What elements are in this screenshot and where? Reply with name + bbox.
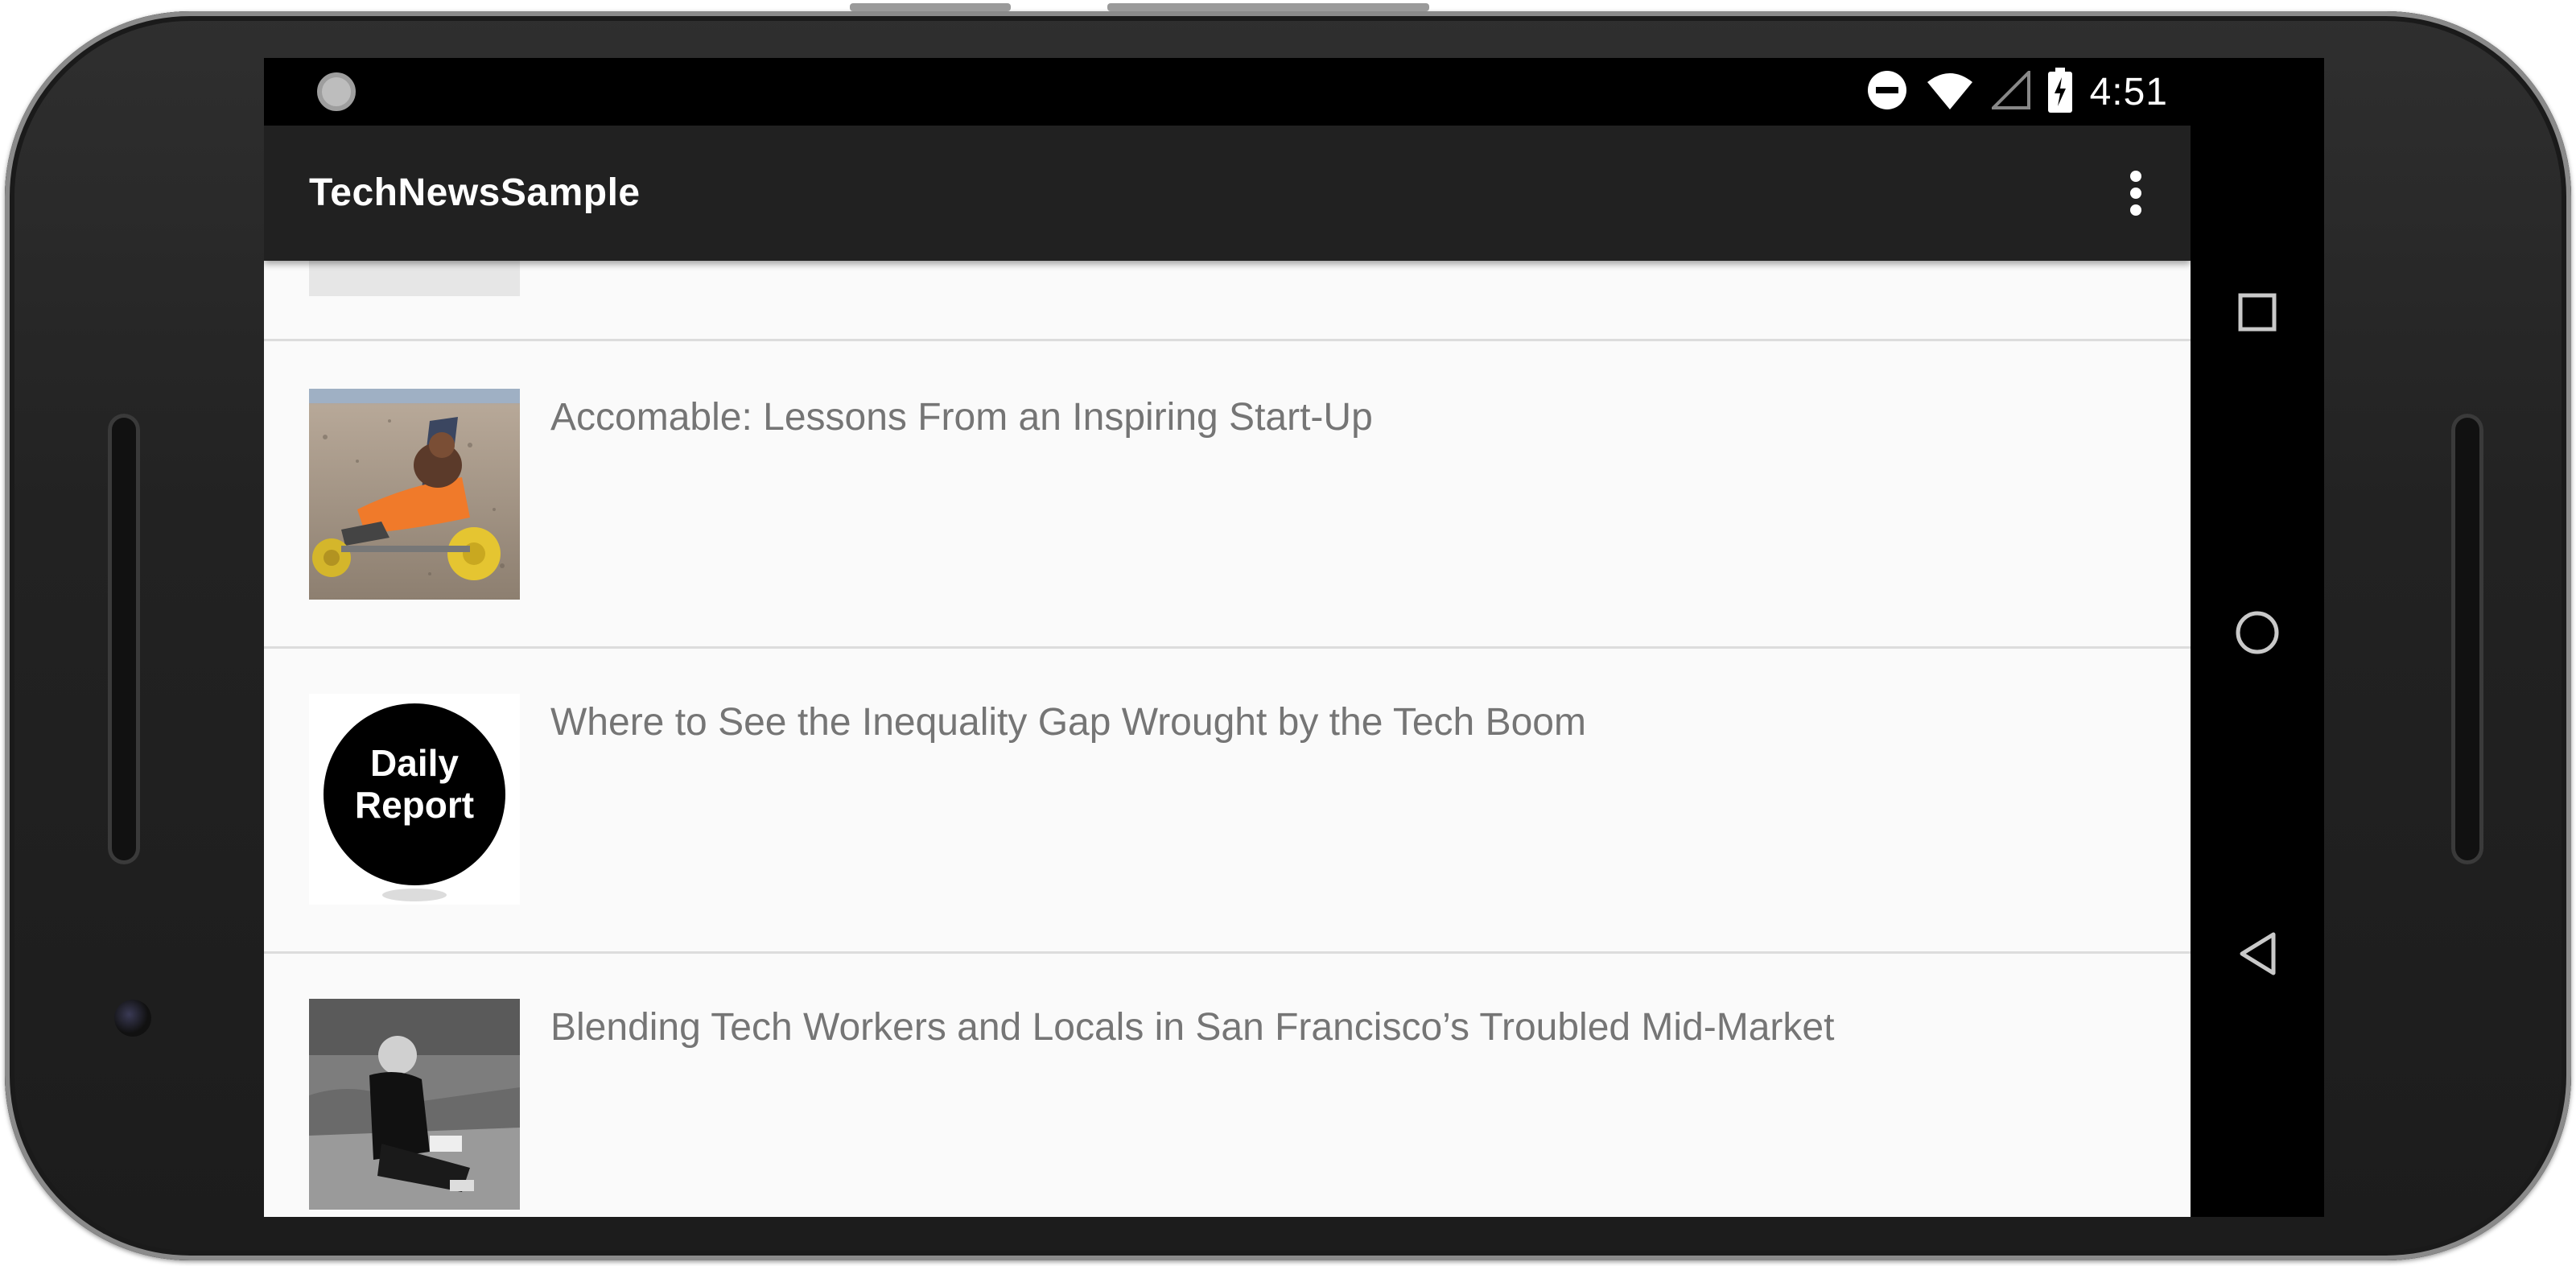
article-thumbnail	[309, 261, 520, 296]
status-clock: 4:51	[2089, 70, 2168, 113]
menu-dot	[2130, 171, 2141, 182]
power-button	[1107, 3, 1429, 11]
article-list[interactable]: Accomable: Lessons From an Inspiring Sta…	[264, 261, 2191, 1217]
cell-signal-icon	[1989, 68, 2030, 113]
beach-wheelchair-photo	[309, 389, 520, 600]
article-title: Accomable: Lessons From an Inspiring Sta…	[550, 396, 1373, 439]
daily-report-logo: Daily Report	[309, 694, 520, 905]
list-item[interactable]: Daily Report Where to See the Inequality …	[264, 649, 2191, 954]
navigation-bar	[2191, 58, 2324, 1217]
left-speaker	[108, 414, 140, 864]
screen: 4:51 TechNewsSample Accomable: Lessons F…	[264, 58, 2324, 1217]
list-item-partial[interactable]	[264, 261, 2191, 341]
article-title: Where to See the Inequality Gap Wrought …	[550, 701, 1586, 744]
volume-button	[850, 3, 1011, 11]
status-bar: 4:51	[264, 58, 2191, 126]
right-speaker	[2451, 414, 2483, 864]
do-not-disturb-icon	[1866, 69, 1908, 115]
battery-charging-icon	[2047, 67, 2072, 117]
menu-dot	[2130, 188, 2141, 199]
daily-report-logo-line: Report	[354, 784, 475, 826]
daily-report-logo-text: Daily Report	[341, 742, 488, 826]
app-title: TechNewsSample	[309, 171, 641, 214]
wifi-icon	[1926, 69, 1974, 115]
app-bar: TechNewsSample	[264, 126, 2191, 261]
sync-icon	[317, 72, 356, 111]
status-icons: 4:51	[1866, 58, 2191, 126]
recents-icon[interactable]	[2224, 278, 2291, 346]
menu-dot	[2130, 204, 2141, 216]
front-camera	[114, 1000, 151, 1037]
list-item[interactable]: Accomable: Lessons From an Inspiring Sta…	[264, 344, 2191, 649]
home-icon[interactable]	[2224, 599, 2291, 666]
article-title: Blending Tech Workers and Locals in San …	[550, 1006, 1835, 1049]
street-bw-photo	[309, 999, 520, 1210]
daily-report-logo-line: Daily	[370, 742, 459, 784]
list-item[interactable]: Blending Tech Workers and Locals in San …	[264, 954, 2191, 1217]
back-icon[interactable]	[2224, 920, 2291, 988]
overflow-menu-icon[interactable]	[2113, 166, 2158, 221]
